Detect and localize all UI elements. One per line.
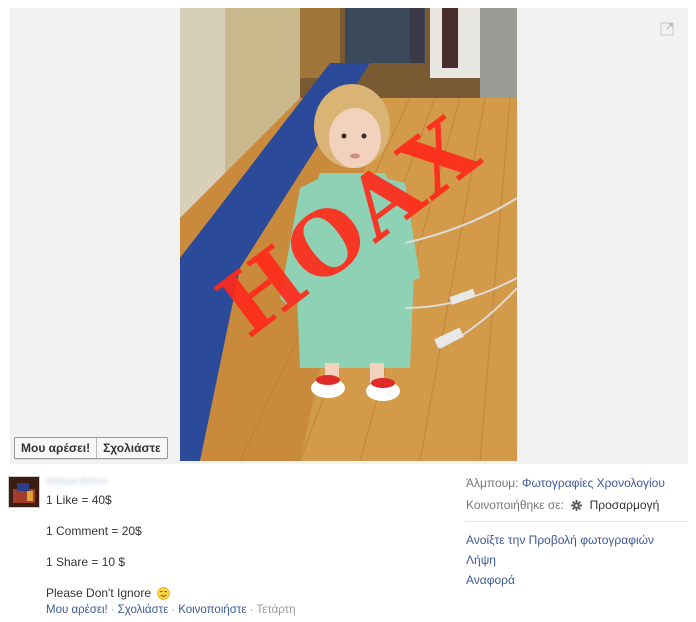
smiley-icon	[157, 587, 171, 600]
download-link[interactable]: Λήψη	[466, 553, 654, 573]
album-label: Άλμπουμ:	[466, 476, 519, 490]
photo-options: Ανοίξτε την Προβολή φωτογραφιών Λήψη Ανα…	[466, 533, 654, 593]
privacy-selector[interactable]: Προσαρμογή	[590, 498, 660, 512]
post-photo[interactable]: HOAX	[180, 8, 517, 461]
post-line-share: 1 Share = 10 $	[46, 555, 126, 569]
divider	[466, 521, 688, 522]
photo-comment-button[interactable]: Σχολιάστε	[96, 438, 167, 458]
share-link[interactable]: Κοινοποιήστε	[178, 604, 246, 616]
photo-viewer: HOAX Μου αρέσει! Σχολιάστε	[10, 8, 688, 464]
post-plea: Please Don't Ignore	[46, 586, 171, 600]
separator-dot: ·	[171, 604, 176, 616]
separator-dot: ·	[249, 604, 254, 616]
shared-with-row: Κοινοποιήθηκε σε: Προσαρμογή	[466, 498, 688, 520]
open-photo-viewer-link[interactable]: Ανοίξτε την Προβολή φωτογραφιών	[466, 533, 654, 553]
expand-icon[interactable]	[660, 22, 674, 36]
post-line-comment: 1 Comment = 20$	[46, 524, 142, 538]
shared-with-label: Κοινοποιήθηκε σε:	[466, 498, 564, 512]
like-link[interactable]: Μου αρέσει!	[46, 604, 108, 616]
album-link[interactable]: Φωτογραφίες Χρονολογίου	[522, 476, 665, 490]
post-timestamp[interactable]: Τετάρτη	[256, 604, 295, 616]
post-plea-text: Please Don't Ignore	[46, 586, 152, 600]
album-row: Άλμπουμ: Φωτογραφίες Χρονολογίου	[466, 476, 688, 498]
photo-illustration: HOAX	[180, 8, 517, 461]
post-actions: Μου αρέσει! · Σχολιάστε · Κοινοποιήστε · Τετάρ…	[46, 604, 296, 616]
author-name[interactable]: Mariya Bence	[47, 476, 137, 487]
separator-dot: ·	[110, 604, 115, 616]
avatar[interactable]	[8, 476, 40, 508]
photo-sidebar: Άλμπουμ: Φωτογραφίες Χρονολογίου Κοινοπο…	[466, 476, 688, 587]
gear-icon	[571, 500, 583, 511]
photo-action-buttons: Μου αρέσει! Σχολιάστε	[14, 437, 168, 459]
comment-link[interactable]: Σχολιάστε	[118, 604, 169, 616]
post-line-like: 1 Like = 40$	[46, 493, 112, 507]
photo-like-button[interactable]: Μου αρέσει!	[15, 438, 96, 458]
report-link[interactable]: Αναφορά	[466, 573, 654, 593]
